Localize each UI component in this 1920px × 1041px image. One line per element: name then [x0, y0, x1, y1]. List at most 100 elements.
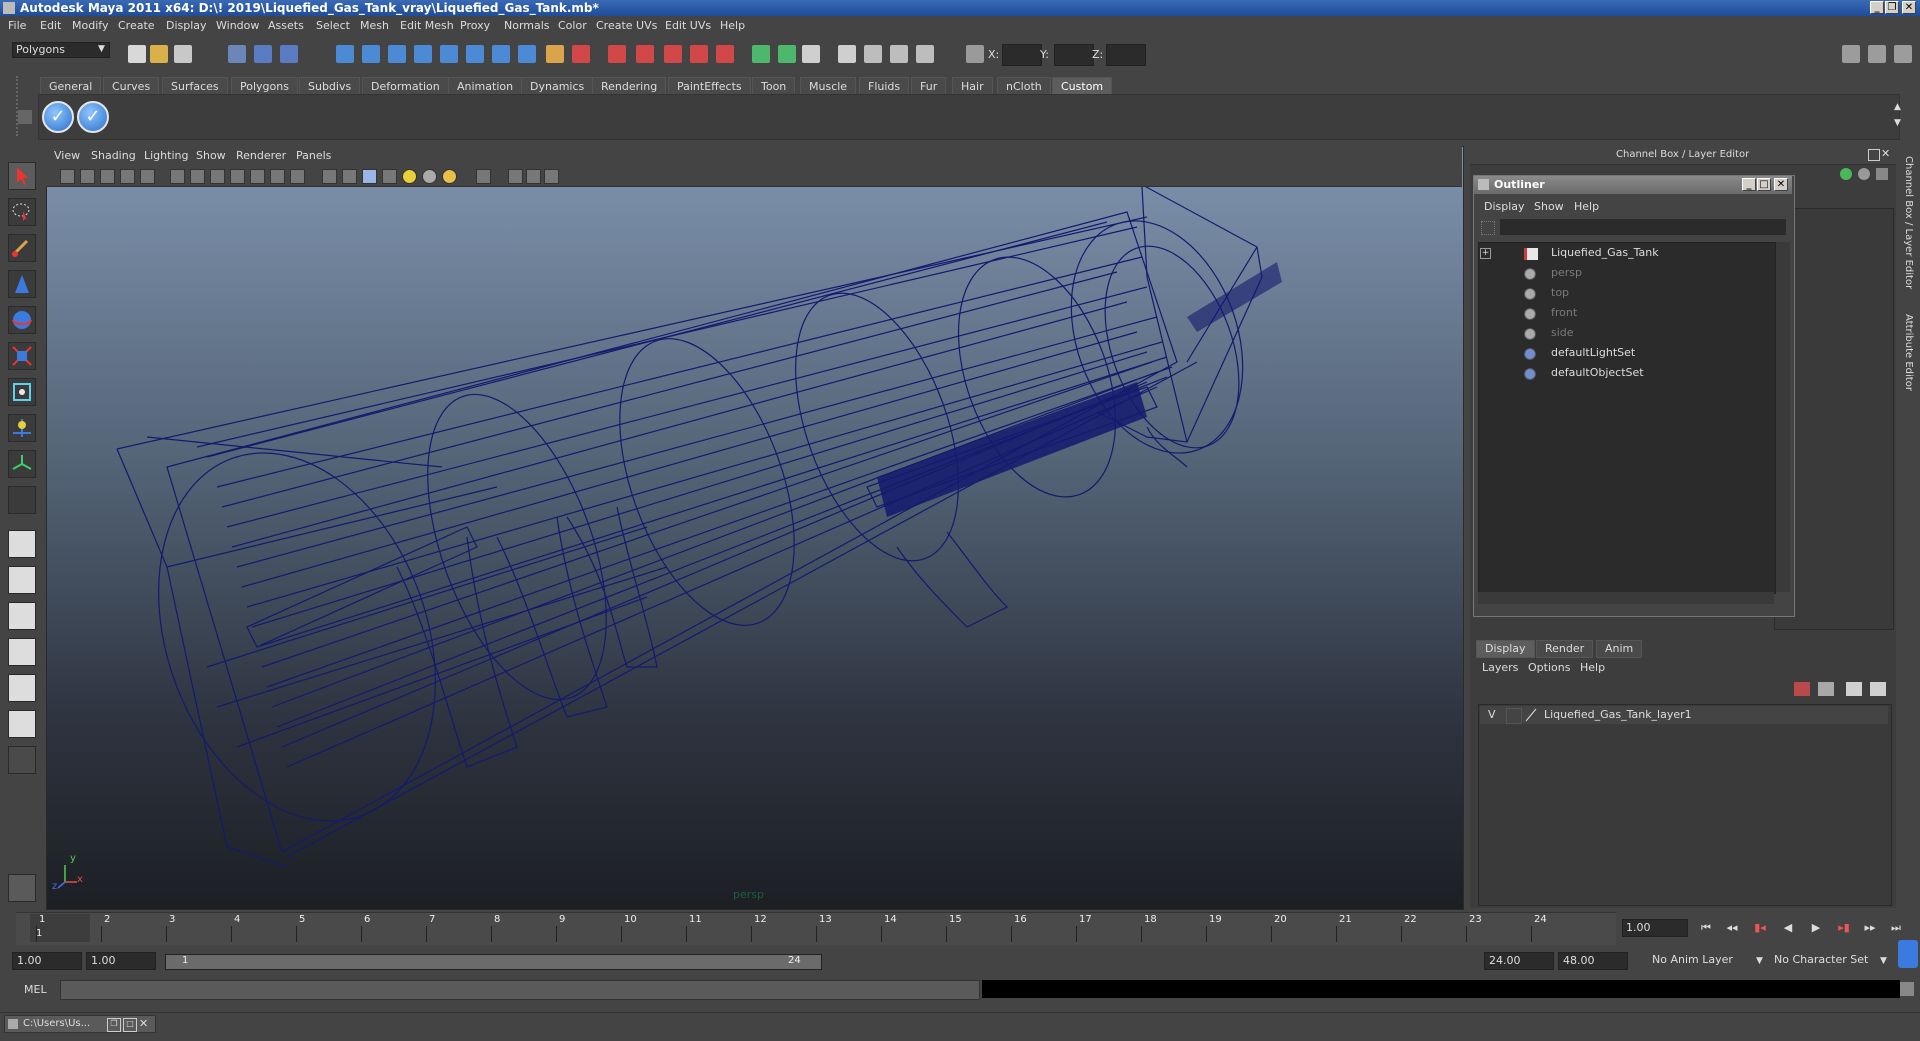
menu-help[interactable]: Help	[720, 19, 745, 32]
menu-color[interactable]: Color	[558, 19, 587, 32]
snap-view-plane-icon[interactable]	[414, 45, 432, 63]
show-manipulator-icon[interactable]	[8, 450, 36, 478]
safe-action-icon[interactable]	[916, 45, 934, 63]
xray-joints-icon[interactable]	[508, 169, 523, 184]
persp-outliner-layout-icon[interactable]	[8, 602, 36, 630]
layer-name[interactable]: Liquefied_Gas_Tank_layer1	[1544, 708, 1692, 721]
menu-edit[interactable]: Edit	[40, 19, 61, 32]
outliner-item[interactable]: top	[1551, 286, 1569, 299]
menu-select[interactable]: Select	[316, 19, 350, 32]
chevron-down-icon[interactable]: ▼	[1880, 956, 1887, 966]
checkmark-icon[interactable]: ✓	[42, 101, 74, 133]
minimized-window[interactable]: C:\Users\Us... ❐ □ ✕	[4, 1015, 156, 1033]
layer-tab-display[interactable]: Display	[1476, 640, 1535, 658]
vp-menu-renderer[interactable]: Renderer	[236, 149, 286, 162]
shelf-scroll-up-icon[interactable]: ▲	[1894, 102, 1906, 114]
close-icon[interactable]: ✕	[1902, 1, 1916, 14]
layer-visibility-toggle[interactable]: V	[1488, 708, 1496, 721]
show-render-view-icon[interactable]	[752, 45, 770, 63]
default-lighting-icon[interactable]	[402, 169, 417, 184]
maximize-icon[interactable]: □	[123, 1018, 137, 1032]
toggle-attribute-editor-icon[interactable]	[1842, 45, 1860, 63]
toggle-channel-box-icon[interactable]	[1894, 45, 1912, 63]
menu-display[interactable]: Display	[166, 19, 207, 32]
layer-row[interactable]: V Liquefied_Gas_Tank_layer1	[1480, 706, 1888, 724]
outliner-item[interactable]: front	[1551, 306, 1577, 319]
select-object-icon[interactable]	[254, 45, 272, 63]
layers-icon[interactable]	[1858, 168, 1870, 180]
move-tool-icon[interactable]	[8, 270, 36, 298]
clipboard-icon[interactable]	[802, 45, 820, 63]
hypergraph-icon[interactable]	[8, 874, 36, 902]
menu-proxy[interactable]: Proxy	[460, 19, 490, 32]
use-selected-lights-icon[interactable]	[442, 169, 457, 184]
layer-tab-anim[interactable]: Anim	[1596, 640, 1643, 658]
resolution-gate-icon[interactable]	[190, 169, 205, 184]
help-question-icon[interactable]	[518, 45, 536, 63]
move-layer-down-icon[interactable]	[1870, 682, 1886, 696]
shelf-handle[interactable]	[16, 76, 28, 136]
character-set-dropdown[interactable]: No Character Set	[1770, 952, 1878, 970]
field-chart-icon[interactable]	[230, 169, 245, 184]
restore-icon[interactable]: ❐	[107, 1018, 121, 1032]
layer-color-swatch[interactable]	[1524, 708, 1538, 722]
menu-create-uvs[interactable]: Create UVs	[596, 19, 657, 32]
close-panel-icon[interactable]: ✕	[1881, 147, 1890, 160]
outliner-vertical-scrollbar[interactable]	[1776, 242, 1790, 592]
all-lights-icon[interactable]	[422, 169, 437, 184]
filter-icon[interactable]	[1481, 221, 1495, 235]
outliner-item[interactable]: side	[1551, 326, 1574, 339]
outliner-menu-display[interactable]: Display	[1484, 200, 1525, 213]
gate-mask-icon[interactable]	[210, 169, 225, 184]
range-slider[interactable]: 1 24	[165, 954, 822, 970]
minimize-icon[interactable]: _	[1742, 178, 1756, 191]
z-field[interactable]	[1106, 44, 1146, 66]
shelf-menu-icon[interactable]	[18, 110, 32, 124]
safe-action-icon[interactable]	[250, 169, 265, 184]
menu-normals[interactable]: Normals	[504, 19, 550, 32]
create-empty-layer-icon[interactable]	[1818, 682, 1834, 696]
select-camera-icon[interactable]	[60, 169, 75, 184]
playback-start-field[interactable]: 1.00	[86, 952, 156, 970]
shelf-scroll-down-icon[interactable]: ▼	[1894, 118, 1906, 130]
restore-icon[interactable]: ❐	[1885, 1, 1899, 14]
universal-manipulator-icon[interactable]	[8, 378, 36, 406]
menu-create[interactable]: Create	[118, 19, 155, 32]
close-icon[interactable]: ✕	[1774, 178, 1788, 191]
menu-assets[interactable]: Assets	[268, 19, 304, 32]
layer-menu-options[interactable]: Options	[1528, 661, 1570, 674]
outliner-horizontal-scrollbar[interactable]	[1478, 592, 1774, 604]
output-ops-icon[interactable]	[492, 45, 510, 63]
film-gate-icon[interactable]	[170, 169, 185, 184]
outliner-item[interactable]: defaultObjectSet	[1551, 366, 1644, 379]
input-ops-icon[interactable]	[466, 45, 484, 63]
image-plane-icon[interactable]	[120, 169, 135, 184]
layer-menu-layers[interactable]: Layers	[1482, 661, 1518, 674]
persp-graph-layout-icon[interactable]	[8, 638, 36, 666]
select-tool-icon[interactable]	[8, 162, 36, 190]
step-forward-frame-icon[interactable]: ▸▸	[1862, 921, 1878, 935]
share-view-icon[interactable]	[544, 169, 559, 184]
tab-attribute-editor[interactable]: Attribute Editor	[1903, 314, 1914, 391]
resolution-gate-icon[interactable]	[890, 45, 908, 63]
layer-menu-help[interactable]: Help	[1580, 661, 1605, 674]
command-input[interactable]	[60, 980, 980, 1000]
camera-attributes-icon[interactable]	[80, 169, 95, 184]
select-component-icon[interactable]	[280, 45, 298, 63]
tab-channel-box[interactable]: Channel Box / Layer Editor	[1903, 156, 1914, 289]
checkmark-icon[interactable]: ✓	[77, 101, 109, 133]
menu-mesh[interactable]: Mesh	[360, 19, 389, 32]
playback-end-field[interactable]: 24.00	[1484, 952, 1554, 970]
outliner-menu-show[interactable]: Show	[1534, 200, 1564, 213]
play-backwards-icon[interactable]: ◀	[1780, 921, 1796, 935]
close-icon[interactable]: ✕	[139, 1017, 148, 1030]
lasso-tool-icon[interactable]	[8, 198, 36, 226]
vp-menu-panels[interactable]: Panels	[296, 149, 331, 162]
expand-icon[interactable]: +	[1480, 248, 1491, 259]
render-settings-icon[interactable]	[636, 45, 654, 63]
save-scene-icon[interactable]	[174, 45, 192, 63]
persp-hypershade-layout-icon[interactable]	[8, 674, 36, 702]
render-current-frame-icon[interactable]	[572, 45, 590, 63]
pin-icon[interactable]	[1876, 168, 1888, 180]
isolate-select-icon[interactable]	[476, 169, 491, 184]
